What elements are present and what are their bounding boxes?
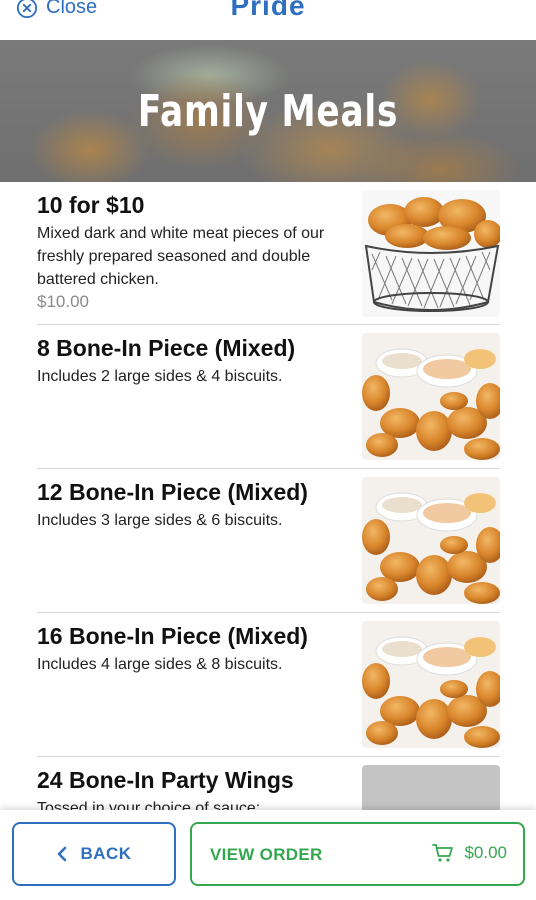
category-banner: Family Meals (0, 40, 536, 182)
view-order-button[interactable]: VIEW ORDER $0.00 (190, 822, 525, 886)
item-thumbnail[interactable] (362, 621, 500, 748)
item-thumbnail[interactable] (362, 190, 500, 317)
category-title: Family Meals (137, 86, 399, 137)
chevron-left-icon (58, 846, 67, 862)
item-name: 24 Bone-In Party Wings (37, 767, 294, 793)
item-thumbnail[interactable] (362, 333, 500, 460)
item-name: 12 Bone-In Piece (Mixed) (37, 479, 308, 505)
item-description: Includes 4 large sides & 8 biscuits. (37, 656, 283, 673)
menu-list: 10 for $10 Mixed dark and white meat pie… (37, 182, 500, 900)
item-thumbnail[interactable] (362, 477, 500, 604)
view-order-label: VIEW ORDER (210, 845, 323, 864)
fried-chicken-with-sides-image (362, 333, 500, 460)
menu-item[interactable]: 10 for $10 Mixed dark and white meat pie… (37, 182, 500, 325)
item-description: Includes 2 large sides & 4 biscuits. (37, 368, 283, 385)
menu-item[interactable]: 8 Bone-In Piece (Mixed) Includes 2 large… (37, 325, 500, 469)
item-name: 10 for $10 (37, 192, 145, 218)
top-bar: Close Pride (0, 0, 536, 40)
order-total: $0.00 (432, 843, 507, 863)
item-name: 8 Bone-In Piece (Mixed) (37, 335, 296, 361)
fried-chicken-with-sides-image (362, 621, 500, 748)
item-description: Includes 3 large sides & 6 biscuits. (37, 512, 283, 529)
cart-icon (432, 844, 454, 862)
menu-item[interactable]: 12 Bone-In Piece (Mixed) Includes 3 larg… (37, 469, 500, 613)
menu-item[interactable]: 16 Bone-In Piece (Mixed) Includes 4 larg… (37, 613, 500, 757)
basket-of-fried-chicken-image (362, 190, 500, 317)
brand-logo: Pride (230, 0, 306, 21)
back-button[interactable]: BACK (12, 822, 176, 886)
item-price: $10.00 (37, 292, 89, 311)
item-name: 16 Bone-In Piece (Mixed) (37, 623, 308, 649)
item-description: Mixed dark and white meat pieces of our … (37, 225, 325, 288)
back-label: BACK (80, 844, 132, 863)
order-total-value: $0.00 (464, 843, 507, 862)
fried-chicken-with-sides-image (362, 477, 500, 604)
bottom-bar: BACK VIEW ORDER $0.00 (0, 810, 536, 900)
